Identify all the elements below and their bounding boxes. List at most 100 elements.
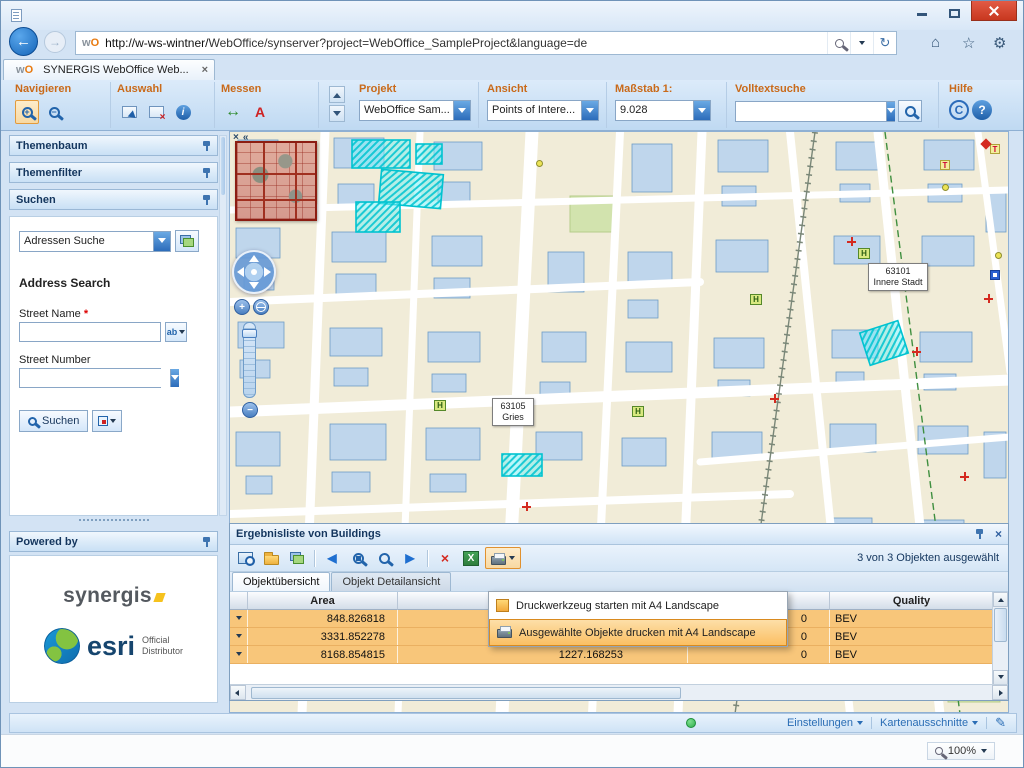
pan-south-icon[interactable] — [249, 282, 259, 289]
scroll-down-button[interactable] — [993, 670, 1008, 685]
volltextsuche-combobox[interactable] — [735, 101, 895, 122]
panel-header-themenfilter[interactable]: Themenfilter — [9, 162, 218, 183]
pin-icon[interactable] — [201, 536, 212, 549]
volltextsuche-search-button[interactable] — [898, 100, 922, 122]
overview-map[interactable] — [235, 141, 317, 221]
identify-tool-button[interactable]: i — [171, 100, 195, 124]
scroll-left-button[interactable] — [230, 685, 246, 700]
edit-pencil-icon[interactable]: ✎ — [995, 715, 1006, 731]
volltextsuche-input[interactable] — [736, 102, 886, 121]
overview-close-icon[interactable]: × — [233, 132, 239, 143]
row-menu-button[interactable] — [230, 646, 248, 663]
ansicht-dropdown-button[interactable] — [581, 101, 598, 120]
column-header-quality[interactable]: Quality — [830, 592, 994, 610]
table-vertical-scrollbar[interactable] — [992, 592, 1008, 685]
print-button[interactable] — [485, 547, 521, 569]
row-menu-button[interactable] — [230, 628, 248, 645]
massstab-dropdown-button[interactable] — [693, 101, 710, 120]
pan-east-icon[interactable] — [264, 267, 271, 277]
suchen-button[interactable]: Suchen — [19, 410, 88, 432]
url-dropdown-button[interactable] — [850, 32, 873, 54]
pin-icon[interactable] — [201, 194, 212, 207]
browser-tab[interactable]: wO SYNERGIS WebOffice Web... × — [3, 59, 215, 80]
toolbar-scroll-up-button[interactable] — [329, 86, 345, 103]
pan-west-icon[interactable] — [237, 267, 244, 277]
refresh-button[interactable]: ↻ — [873, 32, 896, 54]
street-number-dropdown-button[interactable] — [170, 369, 179, 387]
search-type-select[interactable]: Adressen Suche — [19, 231, 171, 252]
toolbar-scroll-down-button[interactable] — [329, 105, 345, 122]
ansicht-select[interactable]: Points of Intere... — [487, 100, 599, 121]
url-search-icon[interactable] — [827, 32, 850, 54]
column-header-area[interactable]: Area — [248, 592, 398, 610]
row-menu-button[interactable] — [230, 610, 248, 627]
menu-item-print-tool[interactable]: Druckwerkzeug starten mit A4 Landscape — [489, 592, 787, 619]
sidebar-splitter-handle[interactable] — [9, 519, 218, 521]
remove-selection-button[interactable]: × — [433, 547, 457, 569]
measure-tool-button[interactable]: ↔ — [221, 100, 245, 124]
home-icon[interactable]: ⌂ — [931, 34, 940, 51]
pan-north-icon[interactable] — [249, 255, 259, 262]
search-options-button[interactable] — [92, 410, 122, 432]
table-row[interactable]: 8168.854815 1227.168253 0 BEV — [230, 646, 1008, 664]
street-number-combobox[interactable] — [19, 368, 161, 388]
clear-selection-button[interactable]: × — [144, 100, 168, 124]
street-name-input[interactable] — [19, 322, 161, 342]
identify-result-button[interactable] — [233, 547, 257, 569]
street-name-autocomplete-button[interactable]: ab — [165, 322, 187, 342]
zoom-in-button[interactable]: + — [234, 299, 250, 315]
context-help-button[interactable]: C — [949, 100, 969, 120]
tools-gear-icon[interactable]: ⚙ — [993, 34, 1006, 52]
tab-objektuebersicht[interactable]: Objektübersicht — [232, 572, 330, 591]
pin-icon[interactable] — [201, 140, 212, 153]
select-tool-button[interactable] — [117, 100, 141, 124]
url-field[interactable]: wO http://w-ws-wintner/WebOffice/synserv… — [75, 31, 897, 55]
forward-button[interactable]: → — [44, 31, 66, 53]
zoom-slider-thumb[interactable] — [242, 329, 257, 338]
print-dropdown-caret[interactable] — [509, 556, 515, 563]
browser-zoom-control[interactable]: 100% — [927, 742, 995, 760]
close-window-button[interactable] — [971, 1, 1017, 21]
einstellungen-menu[interactable]: Einstellungen — [787, 717, 863, 729]
minimize-button[interactable] — [907, 1, 937, 21]
previous-object-button[interactable]: ◀ — [320, 547, 344, 569]
scroll-up-button[interactable] — [993, 592, 1008, 607]
kartenausschnitte-menu[interactable]: Kartenausschnitte — [880, 717, 978, 729]
next-object-button[interactable]: ▶ — [398, 547, 422, 569]
menu-item-print-selected[interactable]: Ausgewählte Objekte drucken mit A4 Lands… — [489, 619, 787, 646]
projekt-dropdown-button[interactable] — [453, 101, 470, 120]
scroll-right-button[interactable] — [992, 685, 1008, 700]
layer-table-button[interactable] — [285, 547, 309, 569]
panel-header-suchen[interactable]: Suchen — [9, 189, 218, 210]
panel-header-powered-by[interactable]: Powered by — [9, 531, 218, 552]
pin-icon[interactable] — [974, 528, 985, 541]
zoom-out-tool-button[interactable]: − — [42, 100, 66, 124]
open-result-button[interactable] — [259, 547, 283, 569]
projekt-select[interactable]: WebOffice Sam... — [359, 100, 471, 121]
help-button[interactable]: ? — [972, 100, 992, 120]
zoom-in-tool-button[interactable]: + — [15, 100, 39, 124]
overview-collapse-icon[interactable]: « — [243, 132, 249, 143]
zoom-out-button[interactable]: − — [242, 402, 258, 418]
volltextsuche-dropdown-button[interactable] — [886, 102, 895, 121]
maximize-button[interactable] — [939, 1, 969, 21]
panel-header-themenbaum[interactable]: Themenbaum — [9, 135, 218, 156]
scrollbar-thumb[interactable] — [221, 137, 225, 195]
tab-objekt-detailansicht[interactable]: Objekt Detailansicht — [331, 572, 451, 591]
zoom-slider[interactable] — [243, 322, 256, 398]
pin-icon[interactable] — [201, 167, 212, 180]
results-close-icon[interactable]: × — [995, 527, 1002, 541]
table-horizontal-scrollbar[interactable] — [230, 684, 1008, 700]
favorites-star-icon[interactable]: ☆ — [962, 34, 975, 52]
tab-close-icon[interactable]: × — [202, 64, 208, 76]
zoom-to-selection-button[interactable] — [346, 547, 370, 569]
search-config-button[interactable] — [175, 230, 199, 252]
scrollbar-thumb[interactable] — [994, 608, 1007, 642]
back-button[interactable]: ← — [9, 27, 38, 56]
zoom-to-object-button[interactable] — [372, 547, 396, 569]
export-excel-button[interactable]: X — [459, 547, 483, 569]
full-extent-button[interactable] — [253, 299, 269, 315]
search-type-dropdown-button[interactable] — [153, 232, 170, 251]
sidebar-scrollbar[interactable] — [219, 135, 227, 516]
pan-compass[interactable] — [232, 250, 276, 294]
